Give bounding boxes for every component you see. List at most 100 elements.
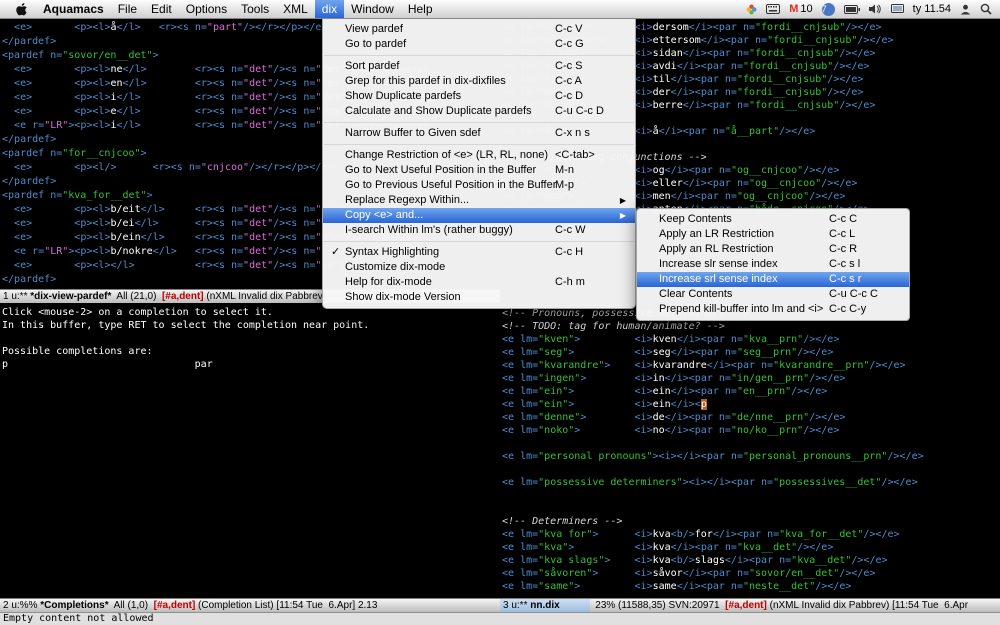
menu-item-keep-contents[interactable]: Keep Contents C-c C <box>637 212 909 227</box>
menu-item-show-duplicate-pardefs[interactable]: Show Duplicate pardefs C-c D <box>323 89 635 104</box>
code-line: <e lm="ingen"> <i>in</i><par n="in/gen__… <box>502 372 1000 385</box>
modeline-flag: [#a,dent] <box>725 600 767 611</box>
menu-item-grep-for-this-pardef-in-dix-dixfiles[interactable]: Grep for this pardef in dix-dixfilesC-c … <box>323 74 635 89</box>
menubar-menu-xml[interactable]: XML <box>276 0 315 18</box>
menu-item-shortcut: C-c A <box>555 74 582 89</box>
menu-item-label: Help for dix-mode <box>345 275 432 290</box>
volume-icon[interactable] <box>869 4 882 14</box>
menu-item-label: Narrow Buffer to Given sdef <box>345 126 481 141</box>
menu-item-syntax-highlighting[interactable]: ✓Syntax HighlightingC-c H <box>323 245 635 260</box>
menu-item-label: Calculate and Show Duplicate pardefs <box>345 104 532 119</box>
menu-item-label: Increase srl sense index <box>659 272 778 287</box>
menu-item-show-dix-mode-version[interactable]: Show dix-mode Version <box>323 290 635 305</box>
menu-item-label: Show Duplicate pardefs <box>345 89 461 104</box>
menu-item-label: Apply an RL Restriction <box>659 242 774 257</box>
menubar-menu-dix[interactable]: dix <box>315 0 344 18</box>
menu-item-shortcut: C-u C-c D <box>555 104 604 119</box>
pinwheel-icon[interactable] <box>746 4 757 15</box>
code-line: <e lm="possessive determiners"><i></i><p… <box>502 476 1000 489</box>
menu-item-label: Sort pardef <box>345 59 399 74</box>
menu-item-go-to-pardef[interactable]: Go to pardef C-c G <box>323 37 635 52</box>
menu-item-label: Go to pardef <box>345 37 406 52</box>
menu-item-go-to-next-useful-position-in-the-buffer[interactable]: Go to Next Useful Position in the Buffer… <box>323 163 635 178</box>
modeline-selected-segment: 3 u:** nn.dix <box>500 599 590 612</box>
menu-item-label: Keep Contents <box>659 212 732 227</box>
menu-item-help-for-dix-mode[interactable]: Help for dix-modeC-h m <box>323 275 635 290</box>
code-line: <e lm="same"> <i>same</i><par n="neste__… <box>502 580 1000 593</box>
menu-item-shortcut: C-x n s <box>555 126 590 141</box>
menu-item-label: Copy <e> and... <box>345 208 423 223</box>
dix-menu-dropdown: View pardefC-c VGo to pardef C-c G Sort pa… <box>322 19 636 309</box>
mail-icon[interactable]: M10 <box>789 3 812 15</box>
mode-line-completions[interactable]: 2 u:%% *Completions* All (1,0) [#a,dent]… <box>0 598 500 612</box>
menu-item-change-restriction-of-e-lr-rl-none[interactable]: Change Restriction of <e> (LR, RL, none)… <box>323 148 635 163</box>
modeline-buffer-name: *Completions* <box>40 600 108 611</box>
menubar-status-area: M10 7 ty 11.54 <box>746 3 1000 16</box>
submenu-arrow-icon: ▶ <box>620 193 626 208</box>
menu-item-replace-regexp-within[interactable]: Replace Regexp Within...▶ <box>323 193 635 208</box>
menubar-menu-options[interactable]: Options <box>179 0 234 18</box>
menu-item-increase-slr-sense-index[interactable]: Increase slr sense index C-c s l <box>637 257 909 272</box>
modeline-flag: [#a,dent] <box>162 291 204 302</box>
menu-item-shortcut: C-u C-c C <box>829 287 878 302</box>
echo-area[interactable]: Empty content not allowed <box>0 612 1000 625</box>
menu-item-label: View pardef <box>345 22 403 37</box>
menu-item-label: Increase slr sense index <box>659 257 778 272</box>
keyboard-icon[interactable] <box>766 4 780 14</box>
menu-item-shortcut: <C-tab> <box>555 148 595 163</box>
code-line: <e lm="kva slags"> <i>kva<b/>slags</i><p… <box>502 554 1000 567</box>
mail-count: 10 <box>800 3 812 15</box>
modeline-modes: (nXML Invalid dix Pabbrev) <box>204 291 326 302</box>
menubar-menu-file[interactable]: File <box>111 0 144 18</box>
menu-item-apply-an-rl-restriction[interactable]: Apply an RL RestrictionC-c R <box>637 242 909 257</box>
menu-item-apply-an-lr-restriction[interactable]: Apply an LR RestrictionC-c L <box>637 227 909 242</box>
menu-item-label: Syntax Highlighting <box>345 245 439 260</box>
menu-item-shortcut: C-c s l <box>829 257 860 272</box>
menu-item-customize-dix-mode[interactable]: Customize dix-mode <box>323 260 635 275</box>
display-icon[interactable] <box>891 4 904 14</box>
apple-menu[interactable] <box>8 2 36 16</box>
menubar-menu-help[interactable]: Help <box>401 0 440 18</box>
menu-item-shortcut: C-c D <box>555 89 583 104</box>
menu-item-shortcut: C-c C <box>829 212 857 227</box>
completions-window[interactable]: Click <mouse-2> on a completion to selec… <box>0 303 500 598</box>
mode-line-nn-dix[interactable]: 3 u:** nn.dix 23% (11588,35) SVN:20971 [… <box>500 598 1000 612</box>
menu-item-go-to-previous-useful-position-in-the-buffer[interactable]: Go to Previous Useful Position in the Bu… <box>323 178 635 193</box>
code-line <box>502 463 1000 476</box>
menu-item-i-search-within-lm-s-rather-buggy[interactable]: I-search Within lm's (rather buggy)C-c W <box>323 223 635 238</box>
menu-item-view-pardef[interactable]: View pardefC-c V <box>323 22 635 37</box>
menu-item-shortcut: C-c C-y <box>829 302 866 317</box>
screen: AquamacsFileEditOptionsToolsXMLdixWindow… <box>0 0 1000 625</box>
battery-icon[interactable] <box>844 5 860 14</box>
text-line: In this buffer, type RET to select the c… <box>2 319 500 332</box>
code-line: <e lm="ein"> <i>ein</i><p <box>502 398 1000 411</box>
spotlight-icon[interactable] <box>980 3 992 15</box>
menubar-menu-edit[interactable]: Edit <box>144 0 179 18</box>
user-icon[interactable] <box>960 4 971 15</box>
code-line <box>502 437 1000 450</box>
menu-item-label: Change Restriction of <e> (LR, RL, none) <box>345 148 548 163</box>
menubar-menu-tools[interactable]: Tools <box>234 0 276 18</box>
menu-item-increase-srl-sense-index[interactable]: Increase srl sense indexC-c s r <box>637 272 909 287</box>
menu-item-copy-e-and[interactable]: Copy <e> and...▶ <box>323 208 635 223</box>
menubar-menus: AquamacsFileEditOptionsToolsXMLdixWindow… <box>36 0 440 18</box>
menu-item-calculate-and-show-duplicate-pardefs[interactable]: Calculate and Show Duplicate pardefs C-u … <box>323 104 635 119</box>
menu-item-label: Clear Contents <box>659 287 732 302</box>
menubar-clock[interactable]: ty 11.54 <box>913 3 951 15</box>
menu-item-shortcut: C-c W <box>555 223 586 238</box>
menu-item-prepend-kill-buffer-into-lm-and-i[interactable]: Prepend kill-buffer into lm and <i>C-c C… <box>637 302 909 317</box>
menubar-menu-window[interactable]: Window <box>344 0 401 18</box>
notification-badge[interactable]: 7 <box>822 3 835 16</box>
copy-e-submenu: Keep Contents C-c CApply an LR Restrictio… <box>636 208 910 321</box>
modeline-position: All (21,0) <box>111 291 162 302</box>
menu-item-narrow-buffer-to-given-sdef[interactable]: Narrow Buffer to Given sdef C-x n s <box>323 126 635 141</box>
code-line: <e lm="såvoren"> <i>såvor</i><par n="sov… <box>502 567 1000 580</box>
modeline-prefix: 3 u:** <box>503 600 530 611</box>
menu-separator <box>324 144 634 145</box>
text-line: p par <box>2 358 500 371</box>
menu-item-clear-contents[interactable]: Clear Contents C-u C-c C <box>637 287 909 302</box>
menu-item-sort-pardef[interactable]: Sort pardefC-c S <box>323 59 635 74</box>
mail-icon-glyph: M <box>789 3 798 15</box>
menubar-menu-aquamacs[interactable]: Aquamacs <box>36 0 111 18</box>
menu-item-shortcut: C-c G <box>555 37 584 52</box>
